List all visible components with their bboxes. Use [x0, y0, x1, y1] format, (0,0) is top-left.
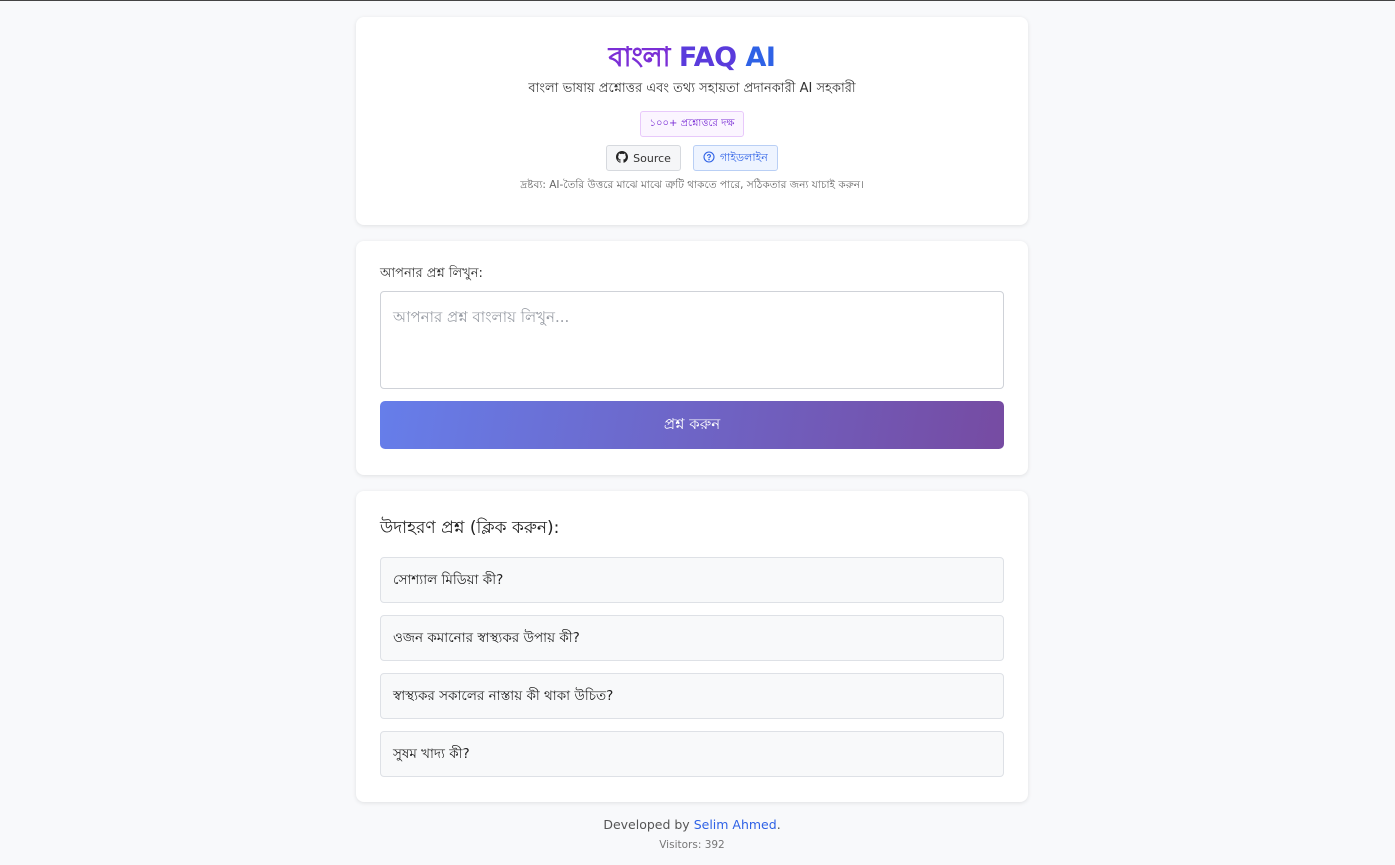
ask-card: আপনার প্রশ্ন লিখুন: প্রশ্ন করুন — [356, 241, 1028, 475]
help-circle-icon — [703, 150, 715, 166]
example-question[interactable]: ওজন কমানোর স্বাস্থ্যকর উপায় কী? — [380, 615, 1004, 661]
example-question[interactable]: স্বাস্থ্যকর সকালের নাস্তায় কী থাকা উচিত… — [380, 673, 1004, 719]
page-container: বাংলা FAQ AI বাংলা ভাষায় প্রশ্নোত্তর এব… — [356, 17, 1028, 852]
github-icon — [616, 150, 629, 166]
credit-period: . — [776, 817, 781, 832]
developer-credit: Developed by Selim Ahmed. — [356, 816, 1028, 834]
example-question[interactable]: সোশ্যাল মিডিয়া কী? — [380, 557, 1004, 603]
footer: Developed by Selim Ahmed. Visitors: 392 — [356, 816, 1028, 852]
question-label: আপনার প্রশ্ন লিখুন: — [380, 266, 483, 281]
title-ai: AI — [745, 42, 776, 73]
app-title: বাংলা FAQ AI — [356, 41, 1028, 75]
source-button[interactable]: Source — [606, 145, 681, 171]
skill-badge: ১০০+ প্রশ্নোত্তরে দক্ষ — [639, 111, 745, 137]
guideline-button[interactable]: গাইডলাইন — [692, 145, 778, 171]
question-input[interactable] — [380, 291, 1004, 389]
example-question[interactable]: সুষম খাদ্য কী? — [380, 731, 1004, 777]
disclaimer-text: দ্রষ্টব্য: AI-তৈরি উত্তরে মাঝে মাঝে ত্রু… — [520, 179, 864, 191]
header-card: বাংলা FAQ AI বাংলা ভাষায় প্রশ্নোত্তর এব… — [356, 17, 1028, 225]
developed-by-text: Developed by — [603, 817, 690, 832]
title-faq: FAQ — [678, 42, 737, 73]
source-label: Source — [633, 151, 671, 165]
examples-list: সোশ্যাল মিডিয়া কী? ওজন কমানোর স্বাস্থ্য… — [380, 557, 1004, 777]
guideline-label: গাইডলাইন — [719, 150, 768, 164]
header-links: Source গাইডলাইন — [356, 145, 1028, 171]
app-subtitle: বাংলা ভাষায় প্রশ্নোত্তর এবং তথ্য সহায়ত… — [528, 81, 856, 96]
title-bangla: বাংলা — [608, 42, 671, 73]
author-link[interactable]: Selim Ahmed — [694, 817, 777, 832]
examples-title: উদাহরণ প্রশ্ন (ক্লিক করুন): — [380, 518, 560, 538]
top-border — [0, 0, 1395, 1]
visitor-count: Visitors: 392 — [659, 839, 725, 851]
ask-button[interactable]: প্রশ্ন করুন — [380, 401, 1004, 449]
examples-card: উদাহরণ প্রশ্ন (ক্লিক করুন): সোশ্যাল মিডি… — [356, 491, 1028, 802]
